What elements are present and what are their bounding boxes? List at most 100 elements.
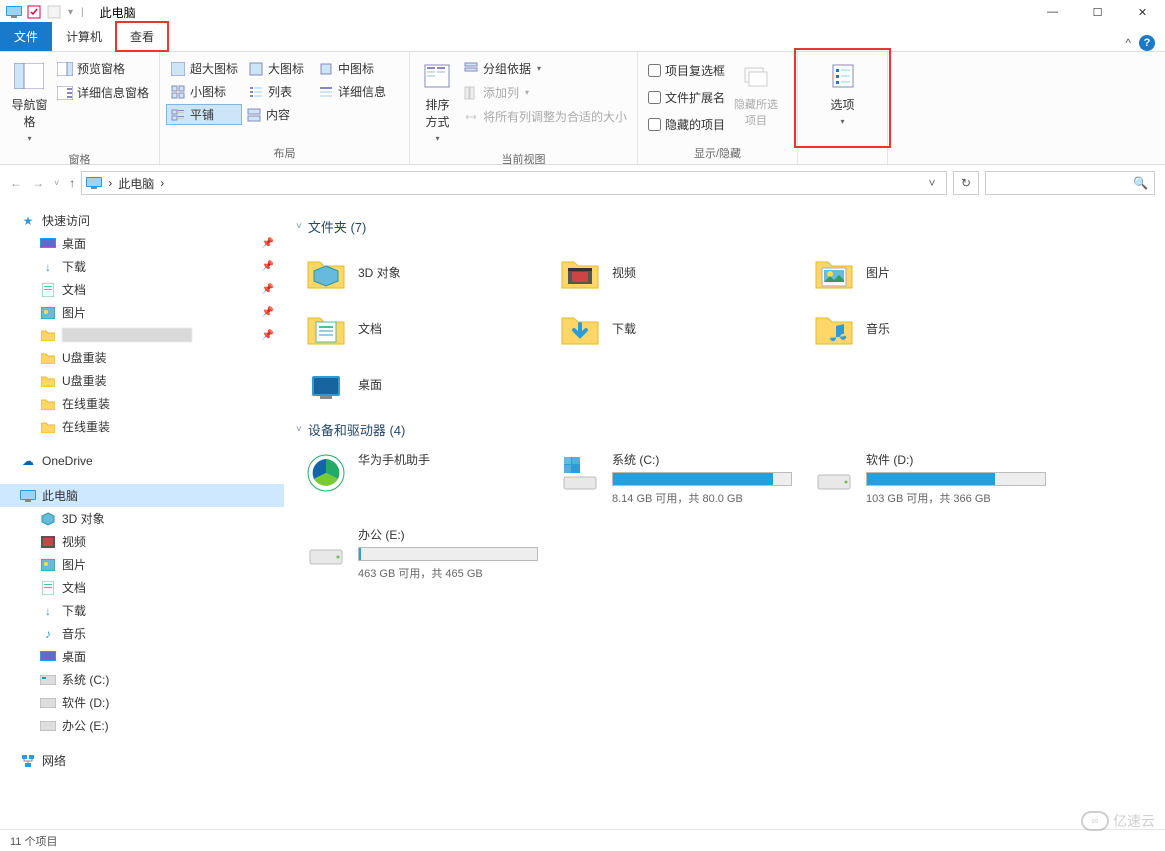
breadcrumb-sep[interactable]: › (160, 176, 164, 190)
tree-drive-c[interactable]: 系统 (C:) (0, 668, 284, 691)
sort-by-button[interactable]: 排序方式 ▾ (416, 56, 459, 147)
forward-button[interactable]: → (32, 176, 44, 190)
tree-this-pc[interactable]: 此电脑 (0, 484, 284, 507)
drive-c[interactable]: 系统 (C:) 8.14 GB 可用，共 80.0 GB (554, 447, 808, 510)
dropdown-icon: ▾ (435, 134, 439, 143)
hide-selected-button[interactable]: 隐藏所选项目 (729, 56, 783, 132)
layout-details[interactable]: 详细信息 (314, 81, 394, 102)
folder-music[interactable]: 音乐 (808, 300, 1062, 356)
tree-usb1[interactable]: U盘重装 (0, 346, 284, 369)
ribbon-group-options-title (804, 157, 881, 164)
layout-extra-large-icons[interactable]: 超大图标 (166, 58, 244, 79)
tab-view[interactable]: 查看 (116, 22, 168, 51)
properties-icon[interactable] (26, 4, 42, 20)
folder-documents[interactable]: 文档 (300, 300, 554, 356)
pin-icon: 📌 (262, 284, 274, 295)
tree-documents2[interactable]: 文档 (0, 576, 284, 599)
recent-dropdown-icon[interactable]: ˅ (54, 178, 59, 188)
pc-icon (86, 175, 102, 191)
ribbon-group-panes: 导航窗格 ▾ 预览窗格 详细信息窗格 窗格 (0, 52, 160, 164)
hidden-items-checkbox[interactable] (648, 118, 661, 131)
back-button[interactable]: ← (10, 176, 22, 190)
tree-downloads[interactable]: ↓下载📌 (0, 255, 284, 278)
drive-huawei[interactable]: 华为手机助手 (300, 447, 554, 510)
size-columns-icon (463, 109, 479, 125)
tree-usb2[interactable]: U盘重装 (0, 369, 284, 392)
breadcrumb-this-pc[interactable]: 此电脑 (118, 175, 154, 192)
up-button[interactable]: ↑ (69, 176, 75, 190)
layout-content[interactable]: 内容 (242, 104, 312, 125)
tree-online2[interactable]: 在线重装 (0, 415, 284, 438)
address-bar[interactable]: › 此电脑 › ˅ (81, 171, 947, 195)
tree-network[interactable]: 网络 (0, 749, 284, 772)
refresh-button[interactable]: ↻ (953, 171, 979, 195)
navigation-pane-button[interactable]: 导航窗格 ▾ (6, 56, 53, 147)
section-folders-header[interactable]: ˅文件夹 (7) (296, 217, 1149, 236)
close-button[interactable]: ✕ (1120, 0, 1165, 24)
hide-selected-icon (740, 60, 772, 92)
folder-downloads[interactable]: 下载 (554, 300, 808, 356)
help-icon[interactable]: ? (1139, 35, 1155, 51)
tree-music[interactable]: ♪音乐 (0, 622, 284, 645)
add-columns-button[interactable]: 添加列▾ (459, 82, 631, 103)
drive-d[interactable]: 软件 (D:) 103 GB 可用，共 366 GB (808, 447, 1062, 510)
size-all-columns-button[interactable]: 将所有列调整为合适的大小 (459, 106, 631, 127)
preview-pane-button[interactable]: 预览窗格 (53, 58, 153, 79)
qat-dropdown-icon[interactable]: ▾ (68, 7, 73, 18)
layout-small-icons[interactable]: 小图标 (166, 81, 244, 102)
pictures-icon (40, 305, 56, 321)
tab-computer[interactable]: 计算机 (52, 22, 116, 51)
layout-list[interactable]: 列表 (244, 81, 314, 102)
titlebar: ▾ | 此电脑 — ☐ ✕ (0, 0, 1165, 24)
tree-pictures[interactable]: 图片📌 (0, 301, 284, 324)
section-devices-header[interactable]: ˅设备和驱动器 (4) (296, 420, 1149, 439)
tree-documents[interactable]: 文档📌 (0, 278, 284, 301)
folder-desktop[interactable]: 桌面 (300, 356, 554, 412)
group-by-button[interactable]: 分组依据▾ (459, 58, 631, 79)
tree-desktop2[interactable]: 桌面 (0, 645, 284, 668)
file-extensions-toggle[interactable]: 文件扩展名 (644, 87, 729, 108)
layout-large-icons[interactable]: 大图标 (244, 58, 314, 79)
address-dropdown-icon[interactable]: ˅ (922, 176, 942, 190)
status-bar: 11 个项目 (0, 829, 1165, 851)
tree-desktop[interactable]: 桌面📌 (0, 232, 284, 255)
tree-3d-objects[interactable]: 3D 对象 (0, 507, 284, 530)
file-extensions-checkbox[interactable] (648, 91, 661, 104)
navigation-tree[interactable]: ★快速访问 桌面📌 ↓下载📌 文档📌 图片📌 📌 U盘重装 U盘重装 在线重装 … (0, 201, 284, 829)
layout-tiles[interactable]: 平铺 (166, 104, 242, 125)
tree-drive-e[interactable]: 办公 (E:) (0, 714, 284, 737)
item-checkboxes-toggle[interactable]: 项目复选框 (644, 60, 729, 81)
tree-drive-d[interactable]: 软件 (D:) (0, 691, 284, 714)
tree-videos[interactable]: 视频 (0, 530, 284, 553)
tree-pictures2[interactable]: 图片 (0, 553, 284, 576)
tree-onedrive[interactable]: ☁OneDrive (0, 450, 284, 472)
drive-d-usage-bar (866, 472, 1046, 486)
tree-online1[interactable]: 在线重装 (0, 392, 284, 415)
details-pane-button[interactable]: 详细信息窗格 (53, 82, 153, 103)
tree-quick-access[interactable]: ★快速访问 (0, 209, 284, 232)
layout-medium-icons[interactable]: 中图标 (314, 58, 384, 79)
folder-videos[interactable]: 视频 (554, 244, 808, 300)
search-box[interactable]: 🔍 (985, 171, 1155, 195)
folder-icon (40, 396, 56, 412)
hidden-items-toggle[interactable]: 隐藏的项目 (644, 114, 729, 135)
folder-pictures[interactable]: 图片 (808, 244, 1062, 300)
tab-file[interactable]: 文件 (0, 22, 52, 51)
pc-icon (6, 4, 22, 20)
content-area[interactable]: ˅文件夹 (7) 3D 对象 视频 图片 文档 下载 音乐 桌面 ˅设备和驱动器… (284, 201, 1165, 829)
downloads-icon: ↓ (40, 603, 56, 619)
drive-e[interactable]: 办公 (E:) 463 GB 可用，共 465 GB (300, 522, 554, 585)
dropdown-icon: ▾ (840, 117, 844, 126)
options-button[interactable]: 选项 ▾ (816, 56, 870, 130)
minimize-button[interactable]: — (1030, 0, 1075, 24)
breadcrumb-sep[interactable]: › (108, 176, 112, 190)
tree-redacted[interactable]: 📌 (0, 324, 284, 346)
videos-icon (40, 534, 56, 550)
maximize-button[interactable]: ☐ (1075, 0, 1120, 24)
qat-blank-icon[interactable] (46, 4, 62, 20)
collapse-ribbon-icon[interactable]: ^ (1125, 36, 1131, 50)
tree-downloads2[interactable]: ↓下载 (0, 599, 284, 622)
item-checkboxes-checkbox[interactable] (648, 64, 661, 77)
documents-icon (304, 306, 348, 350)
folder-3d-objects[interactable]: 3D 对象 (300, 244, 554, 300)
